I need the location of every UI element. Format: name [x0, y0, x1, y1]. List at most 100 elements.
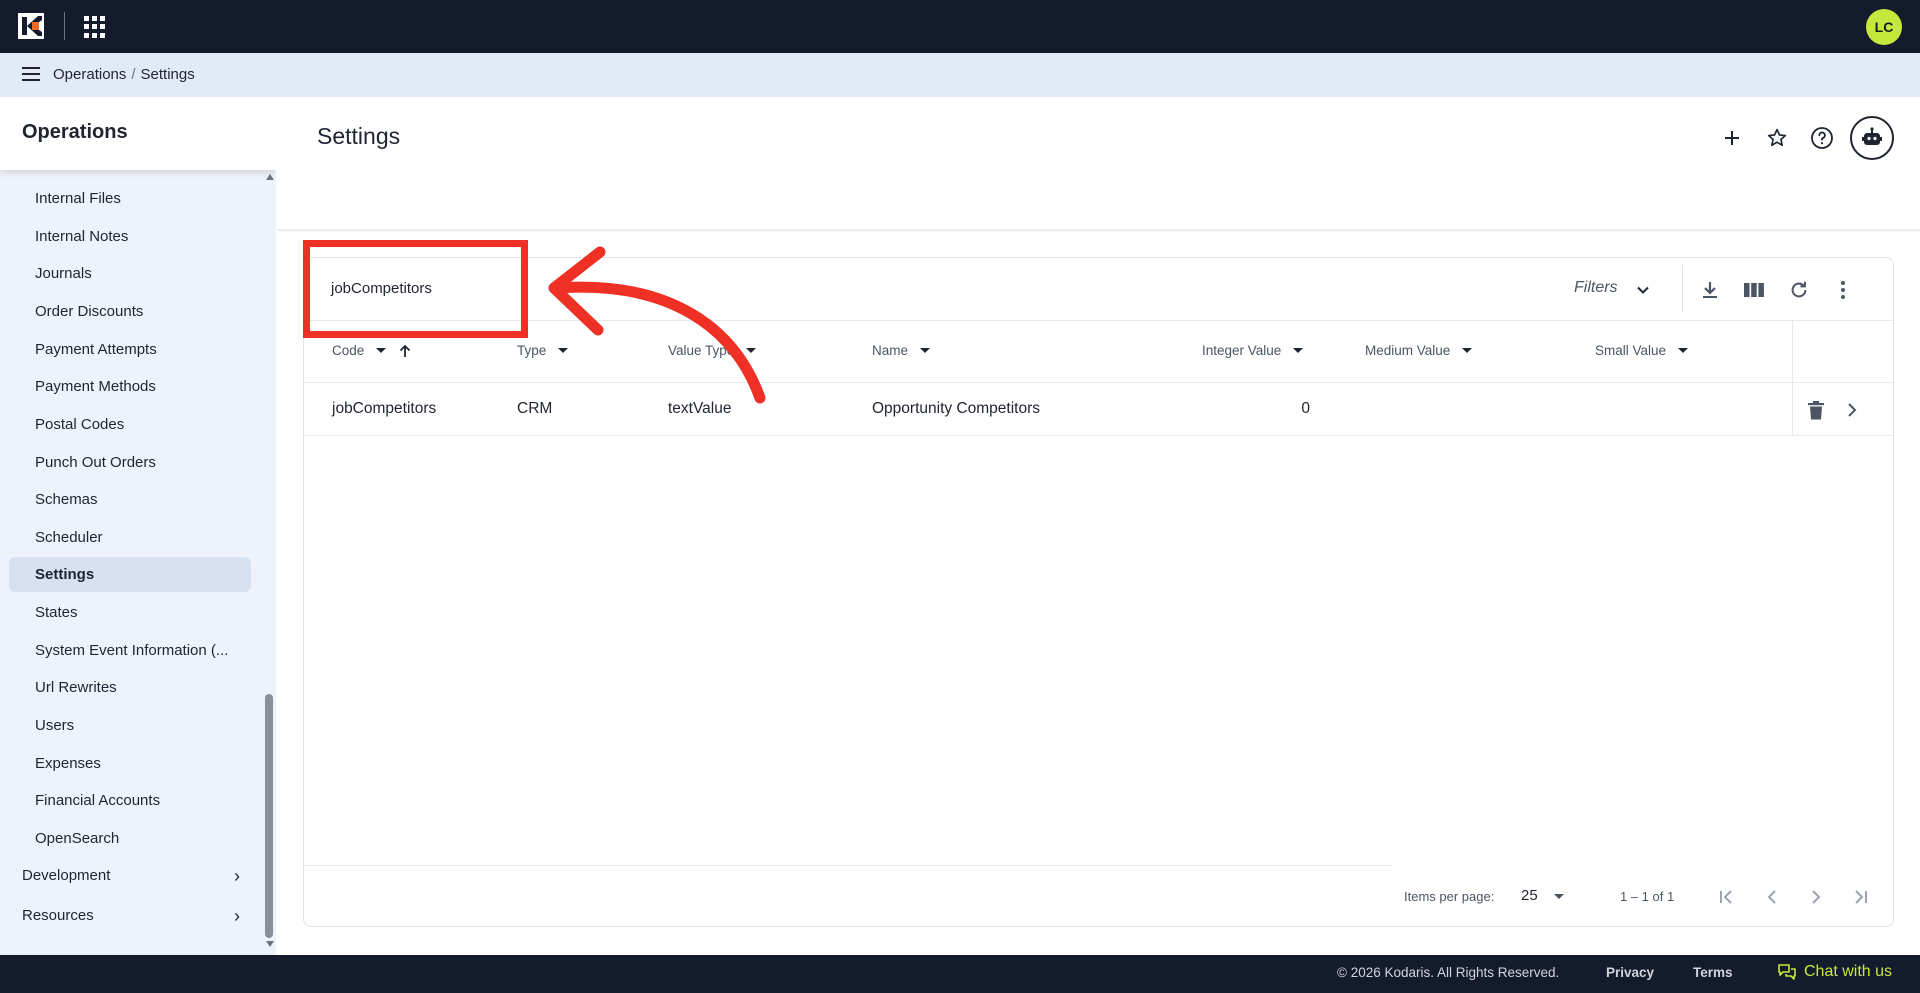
column-header-label: Small Value: [1595, 343, 1667, 358]
sidebar-item-postal-codes[interactable]: Postal Codes: [9, 407, 251, 442]
column-header-integer-value[interactable]: Integer Value: [1202, 343, 1304, 358]
cell-integer-value: 0: [1301, 400, 1310, 417]
chevron-right-icon: ›: [234, 906, 240, 926]
caret-down-icon[interactable]: [1678, 348, 1689, 353]
first-page-button[interactable]: [1714, 884, 1740, 910]
chevron-left-icon: [1767, 890, 1776, 904]
apps-grid-icon[interactable]: [84, 16, 106, 38]
sidebar-item-order-discounts[interactable]: Order Discounts: [9, 294, 251, 329]
sidebar-item-journals[interactable]: Journals: [9, 256, 251, 291]
sidebar-item-internal-notes[interactable]: Internal Notes: [9, 219, 251, 254]
sidebar-title: Operations: [22, 121, 128, 143]
favorite-button[interactable]: [1760, 121, 1794, 155]
chat-bubbles-icon: [1778, 964, 1796, 980]
footer: © 2026 Kodaris. All Rights Reserved. Pri…: [0, 955, 1920, 993]
sidebar-item-users[interactable]: Users: [9, 708, 251, 743]
sidebar: Operations Import Internal Files Interna…: [0, 97, 276, 955]
sidebar-item-states[interactable]: States: [9, 595, 251, 630]
trash-icon: [1808, 400, 1824, 419]
last-page-icon: [1855, 890, 1867, 904]
sidebar-group-resources[interactable]: Resources ›: [0, 898, 250, 934]
download-button[interactable]: [1696, 276, 1724, 304]
footer-terms-link[interactable]: Terms: [1693, 965, 1733, 980]
column-header-label: Code: [332, 343, 365, 358]
scroll-up-arrow-icon[interactable]: [266, 174, 274, 180]
more-vertical-icon: [1841, 281, 1845, 299]
previous-page-button[interactable]: [1759, 884, 1785, 910]
caret-down-icon[interactable]: [1462, 348, 1473, 353]
sidebar-item-system-event-information[interactable]: System Event Information (...: [9, 633, 251, 668]
sort-ascending-icon[interactable]: [398, 344, 412, 358]
breadcrumb-settings: Settings: [140, 66, 195, 83]
cell-code: jobCompetitors: [332, 400, 437, 417]
chevron-right-icon: [1812, 890, 1821, 904]
caret-down-icon[interactable]: [920, 348, 931, 353]
actions-column-divider: [1792, 321, 1793, 435]
add-button[interactable]: [1715, 121, 1749, 155]
ai-assistant-button[interactable]: [1850, 116, 1894, 160]
caret-down-icon[interactable]: [1293, 348, 1304, 353]
open-row-button[interactable]: [1840, 398, 1864, 422]
sidebar-item-internal-files[interactable]: Internal Files: [9, 181, 251, 216]
sidebar-item-schemas[interactable]: Schemas: [9, 482, 251, 517]
items-per-page-label: Items per page:: [1404, 889, 1495, 904]
sidebar-item-url-rewrites[interactable]: Url Rewrites: [9, 670, 251, 705]
refresh-button[interactable]: [1785, 276, 1813, 304]
column-header-medium-value[interactable]: Medium Value: [1365, 343, 1473, 358]
footer-copyright: © 2026 Kodaris. All Rights Reserved.: [1337, 965, 1560, 980]
download-icon: [1703, 282, 1717, 298]
top-navigation-bar: LC: [0, 0, 1920, 53]
sidebar-item-financial-accounts[interactable]: Financial Accounts: [9, 783, 251, 818]
chat-label: Chat with us: [1804, 963, 1893, 980]
sidebar-item-payment-attempts[interactable]: Payment Attempts: [9, 332, 251, 367]
chevron-right-icon: [1848, 403, 1857, 417]
chat-button[interactable]: Chat with us: [1778, 963, 1892, 981]
hamburger-menu-icon[interactable]: [22, 67, 40, 82]
sidebar-item-settings[interactable]: Settings: [9, 557, 251, 592]
delete-row-button[interactable]: [1804, 398, 1828, 422]
column-header-small-value[interactable]: Small Value: [1595, 343, 1689, 358]
sidebar-group-development[interactable]: Development ›: [0, 858, 250, 894]
user-avatar[interactable]: LC: [1866, 9, 1902, 45]
header-divider: [277, 229, 1920, 233]
caret-down-icon[interactable]: [376, 348, 387, 353]
column-header-name[interactable]: Name: [872, 343, 931, 358]
topbar-divider: [64, 12, 65, 40]
pager-divider: [304, 865, 1391, 866]
column-header-label: Medium Value: [1365, 343, 1451, 358]
toolbar-divider: [1682, 265, 1683, 313]
breadcrumb-bar: Operations / Settings: [0, 53, 1920, 97]
row-divider: [304, 435, 1893, 436]
sidebar-item-expenses[interactable]: Expenses: [9, 746, 251, 781]
sidebar-item-opensearch[interactable]: OpenSearch: [9, 821, 251, 856]
sidebar-item-scheduler[interactable]: Scheduler: [9, 520, 251, 555]
breadcrumb-separator: /: [131, 66, 136, 83]
sidebar-item-payment-methods[interactable]: Payment Methods: [9, 369, 251, 404]
more-options-button[interactable]: [1829, 276, 1857, 304]
help-circle-icon: [1811, 127, 1833, 149]
pagination-range: 1 – 1 of 1: [1620, 889, 1675, 904]
plus-icon: [1725, 131, 1739, 145]
first-page-icon: [1720, 890, 1732, 904]
scroll-down-arrow-icon[interactable]: [266, 941, 274, 947]
sidebar-header: Operations: [0, 97, 276, 170]
help-button[interactable]: [1805, 121, 1839, 155]
chevron-down-icon[interactable]: [1636, 283, 1650, 297]
kodaris-logo[interactable]: [18, 13, 44, 39]
column-header-label: Name: [872, 343, 909, 358]
sidebar-scrollbar-thumb[interactable]: [265, 694, 273, 938]
breadcrumb: Operations / Settings: [53, 66, 195, 83]
footer-privacy-link[interactable]: Privacy: [1606, 965, 1654, 980]
column-header-code[interactable]: Code: [332, 343, 412, 358]
columns-icon: [1744, 283, 1764, 297]
sidebar-item-punch-out-orders[interactable]: Punch Out Orders: [9, 445, 251, 480]
breadcrumb-operations[interactable]: Operations: [53, 66, 126, 83]
caret-down-icon[interactable]: [1554, 894, 1564, 899]
last-page-button[interactable]: [1847, 884, 1873, 910]
columns-button[interactable]: [1740, 276, 1768, 304]
items-per-page-select[interactable]: 25: [1521, 887, 1538, 904]
annotation-arrow-icon: [548, 246, 766, 404]
filters-button[interactable]: Filters: [1574, 279, 1618, 297]
sidebar-group-label: Resources: [22, 907, 94, 924]
next-page-button[interactable]: [1803, 884, 1829, 910]
